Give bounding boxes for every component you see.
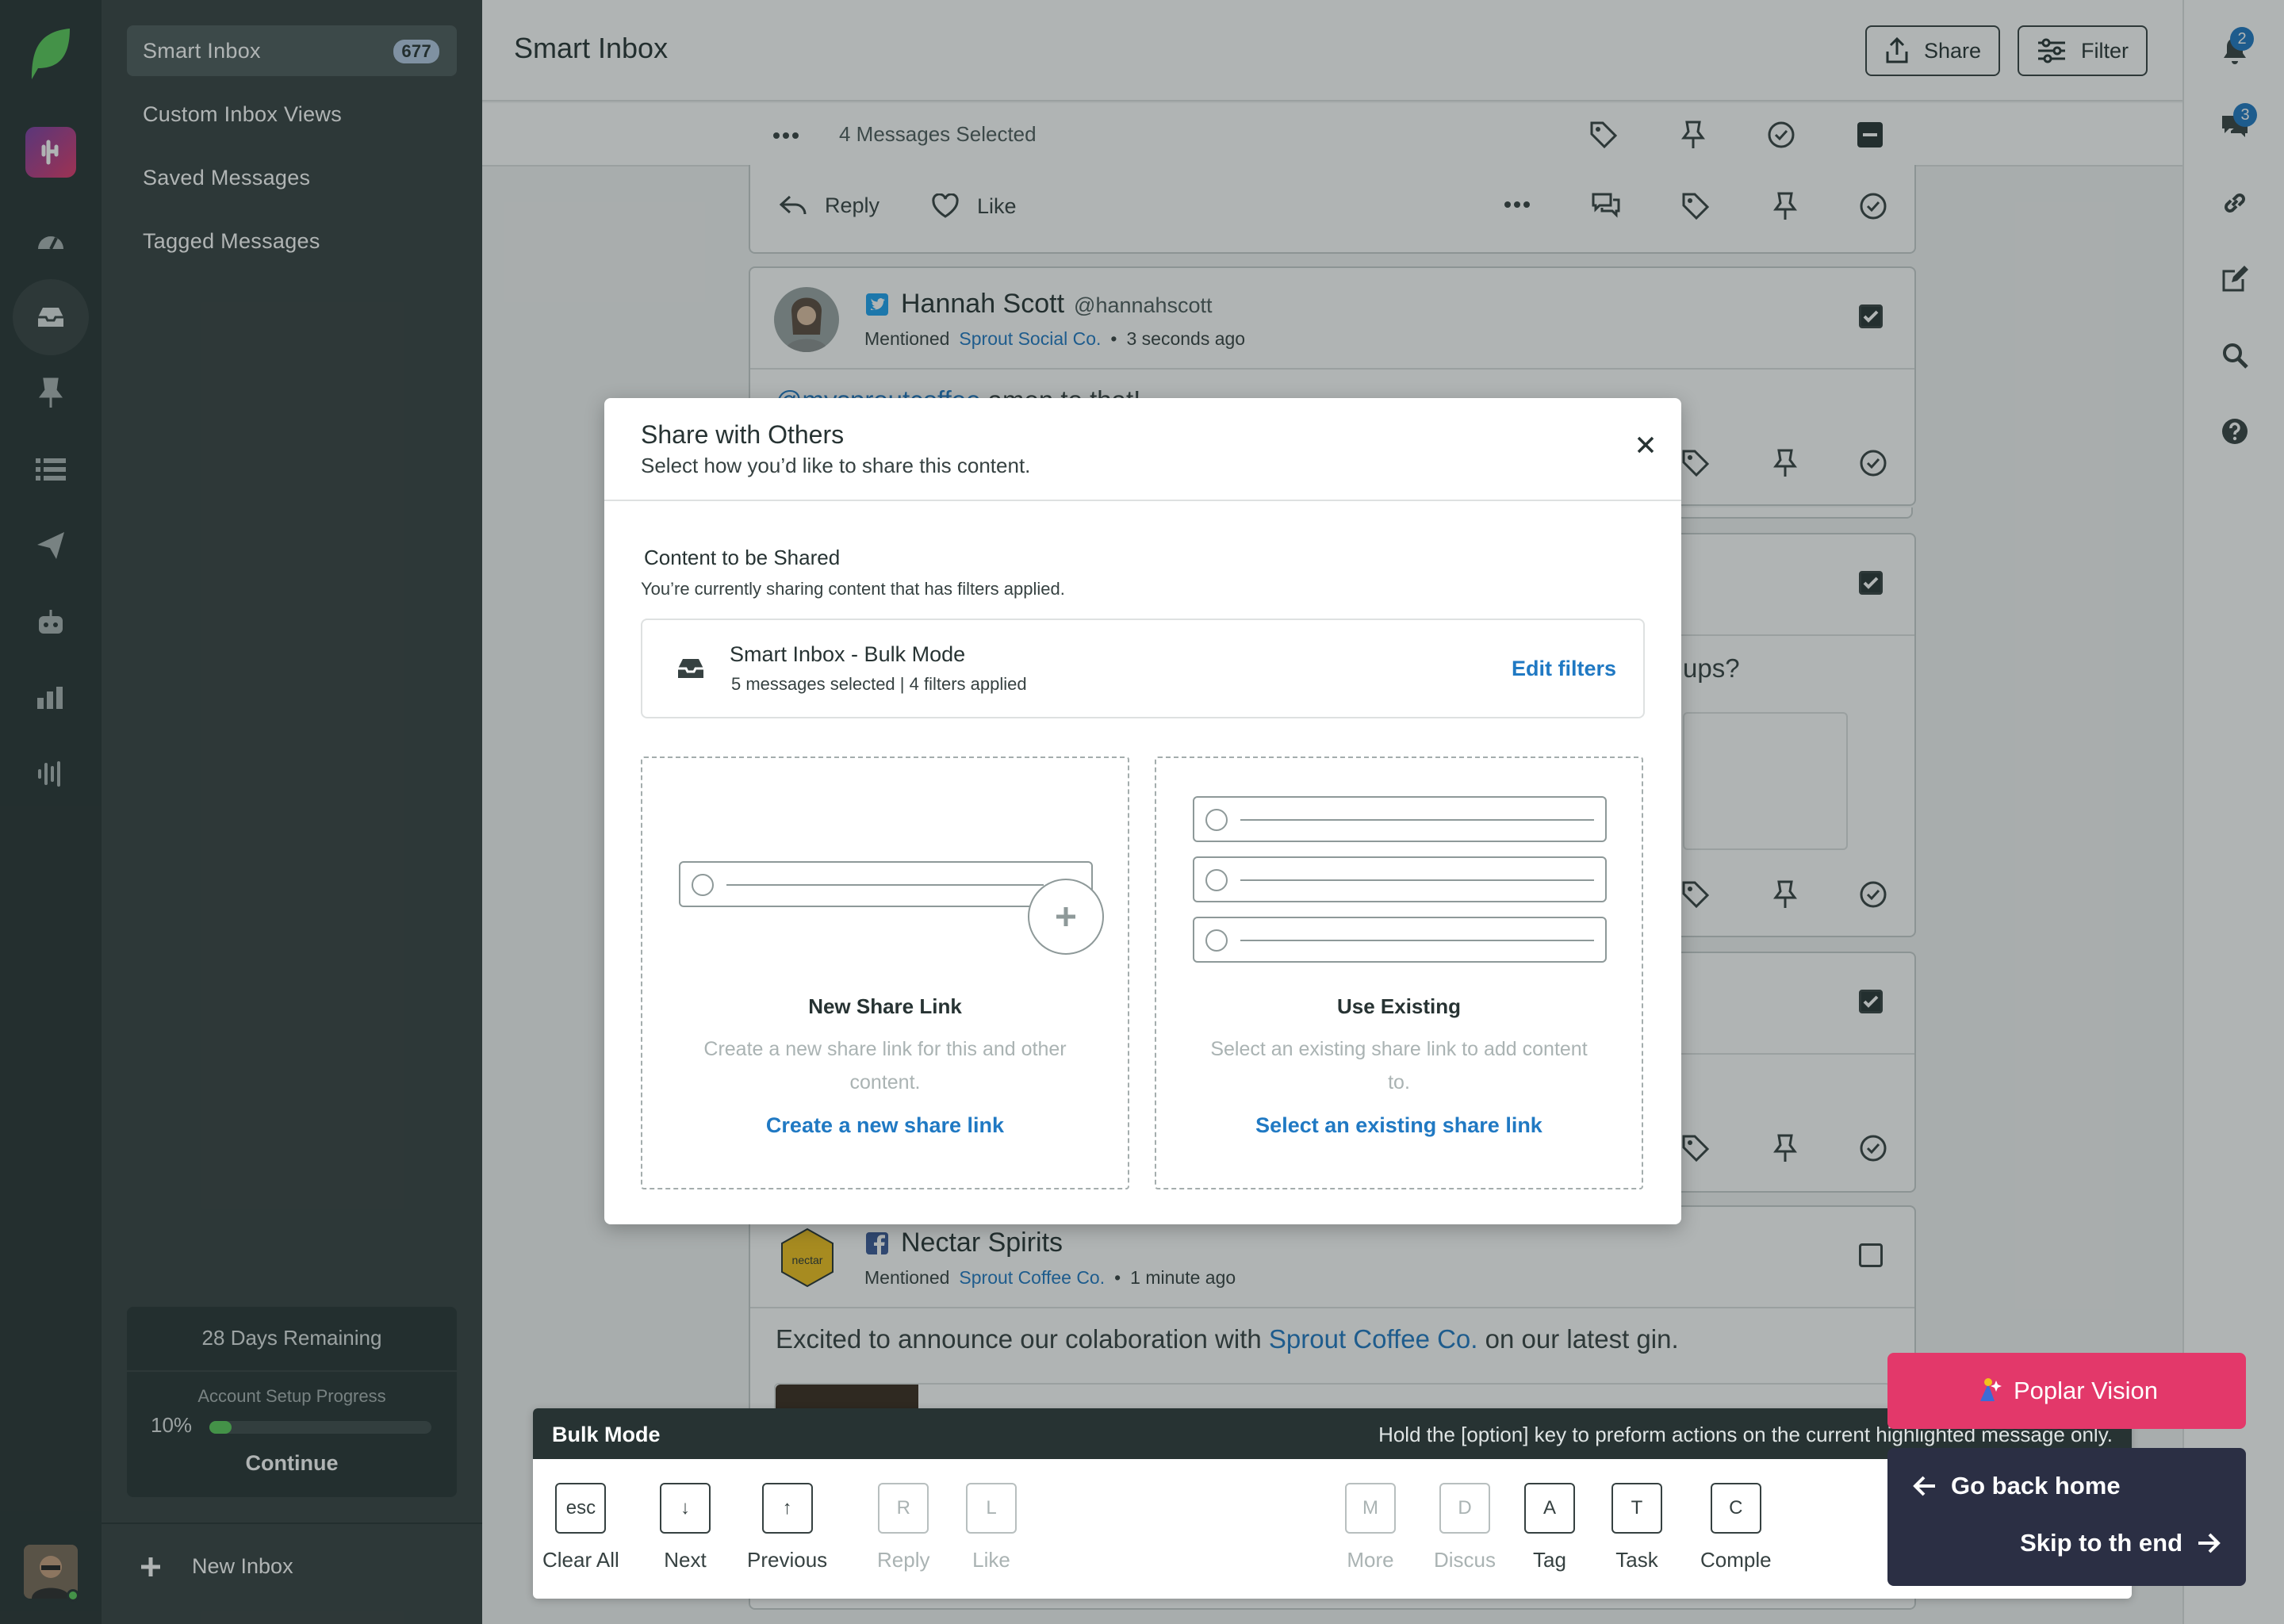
- key-cap: D: [1439, 1483, 1490, 1534]
- arrow-left-icon: [1913, 1476, 1935, 1496]
- key-cap: M: [1345, 1483, 1396, 1534]
- shortcut-key[interactable]: C Comple: [1700, 1483, 1772, 1572]
- use-existing-option[interactable]: Use Existing Select an existing share li…: [1155, 756, 1643, 1189]
- plus-icon: [1028, 879, 1104, 955]
- poplar-vision-label: Poplar Vision: [2013, 1377, 2159, 1404]
- line-illustration: [1240, 940, 1594, 941]
- shortcut-key[interactable]: L Like: [966, 1483, 1017, 1572]
- radio-illustration: [1205, 869, 1228, 891]
- option-description: Create a new share link for this and oth…: [703, 1038, 1067, 1094]
- radio-illustration: [1205, 809, 1228, 831]
- option-title: New Share Link: [808, 994, 962, 1018]
- line-illustration: [726, 884, 1044, 886]
- shortcut-key[interactable]: esc Clear All: [542, 1483, 619, 1572]
- section-subtitle: You’re currently sharing content that ha…: [641, 579, 1065, 599]
- inbox-meta: 5 messages selected | 4 filters applied: [731, 674, 1027, 694]
- key-label: Next: [664, 1548, 707, 1572]
- create-share-link[interactable]: Create a new share link: [642, 1113, 1128, 1138]
- line-illustration: [1240, 819, 1594, 821]
- link-illustration: [1193, 917, 1607, 963]
- bulk-mode-title: Bulk Mode: [552, 1423, 661, 1446]
- key-cap: T: [1611, 1483, 1662, 1534]
- inbox-name: Smart Inbox - Bulk Mode: [730, 642, 966, 666]
- key-label: Discus: [1434, 1548, 1496, 1572]
- skip-label: Skip to th end: [2020, 1529, 2182, 1557]
- link-illustration: [1193, 796, 1607, 842]
- radio-illustration: [1205, 929, 1228, 952]
- option-title: Use Existing: [1336, 994, 1462, 1018]
- shortcut-key[interactable]: A Tag: [1524, 1483, 1575, 1572]
- key-cap: ↑: [761, 1483, 813, 1534]
- share-modal: Share with Others Select how you’d like …: [604, 398, 1681, 1224]
- select-existing-share-link[interactable]: Select an existing share link: [1156, 1113, 1642, 1138]
- shortcut-key[interactable]: ↓ Next: [660, 1483, 711, 1572]
- tour-navigation: Go back home Skip to th end: [1887, 1448, 2246, 1586]
- key-cap: esc: [555, 1483, 607, 1534]
- shortcut-key[interactable]: D Discus: [1434, 1483, 1496, 1572]
- option-description: Select an existing share link to add con…: [1210, 1038, 1588, 1094]
- line-illustration: [1240, 879, 1594, 881]
- edit-filters-link[interactable]: Edit filters: [1512, 657, 1616, 681]
- key-label: Like: [972, 1548, 1010, 1572]
- shortcut-key[interactable]: ↑ Previous: [747, 1483, 827, 1572]
- shortcut-key[interactable]: M More: [1345, 1483, 1396, 1572]
- key-label: Clear All: [542, 1548, 619, 1572]
- inbox-icon: [676, 657, 706, 680]
- arrow-right-icon: [2198, 1533, 2221, 1553]
- key-cap: ↓: [660, 1483, 711, 1534]
- new-share-link-option[interactable]: New Share Link Create a new share link f…: [641, 756, 1129, 1189]
- key-cap: R: [878, 1483, 929, 1534]
- shared-inbox-summary: Smart Inbox - Bulk Mode 5 messages selec…: [641, 619, 1645, 718]
- key-cap: C: [1710, 1483, 1761, 1534]
- radio-illustration: [692, 874, 714, 896]
- shortcut-key[interactable]: R Reply: [877, 1483, 929, 1572]
- sparkle-person-icon: [1979, 1378, 2002, 1401]
- key-label: Comple: [1700, 1548, 1772, 1572]
- key-label: Tag: [1533, 1548, 1566, 1572]
- key-cap: L: [966, 1483, 1017, 1534]
- key-label: Reply: [877, 1548, 930, 1572]
- key-label: More: [1347, 1548, 1394, 1572]
- skip-to-end-button[interactable]: Skip to th end: [2020, 1529, 2221, 1557]
- go-back-label: Go back home: [1951, 1472, 2121, 1500]
- close-icon[interactable]: [1635, 435, 1656, 455]
- key-cap: A: [1524, 1483, 1575, 1534]
- link-illustration: [1193, 856, 1607, 902]
- key-label: Task: [1615, 1548, 1658, 1572]
- go-back-home-button[interactable]: Go back home: [1913, 1472, 2121, 1500]
- poplar-vision-button[interactable]: Poplar Vision: [1887, 1353, 2246, 1429]
- modal-subtitle: Select how you’d like to share this cont…: [641, 454, 1031, 477]
- section-title: Content to be Shared: [644, 546, 841, 569]
- shortcut-key[interactable]: T Task: [1611, 1483, 1662, 1572]
- key-label: Previous: [747, 1548, 828, 1572]
- modal-title: Share with Others: [641, 420, 845, 449]
- modal-header: Share with Others Select how you’d like …: [604, 398, 1681, 501]
